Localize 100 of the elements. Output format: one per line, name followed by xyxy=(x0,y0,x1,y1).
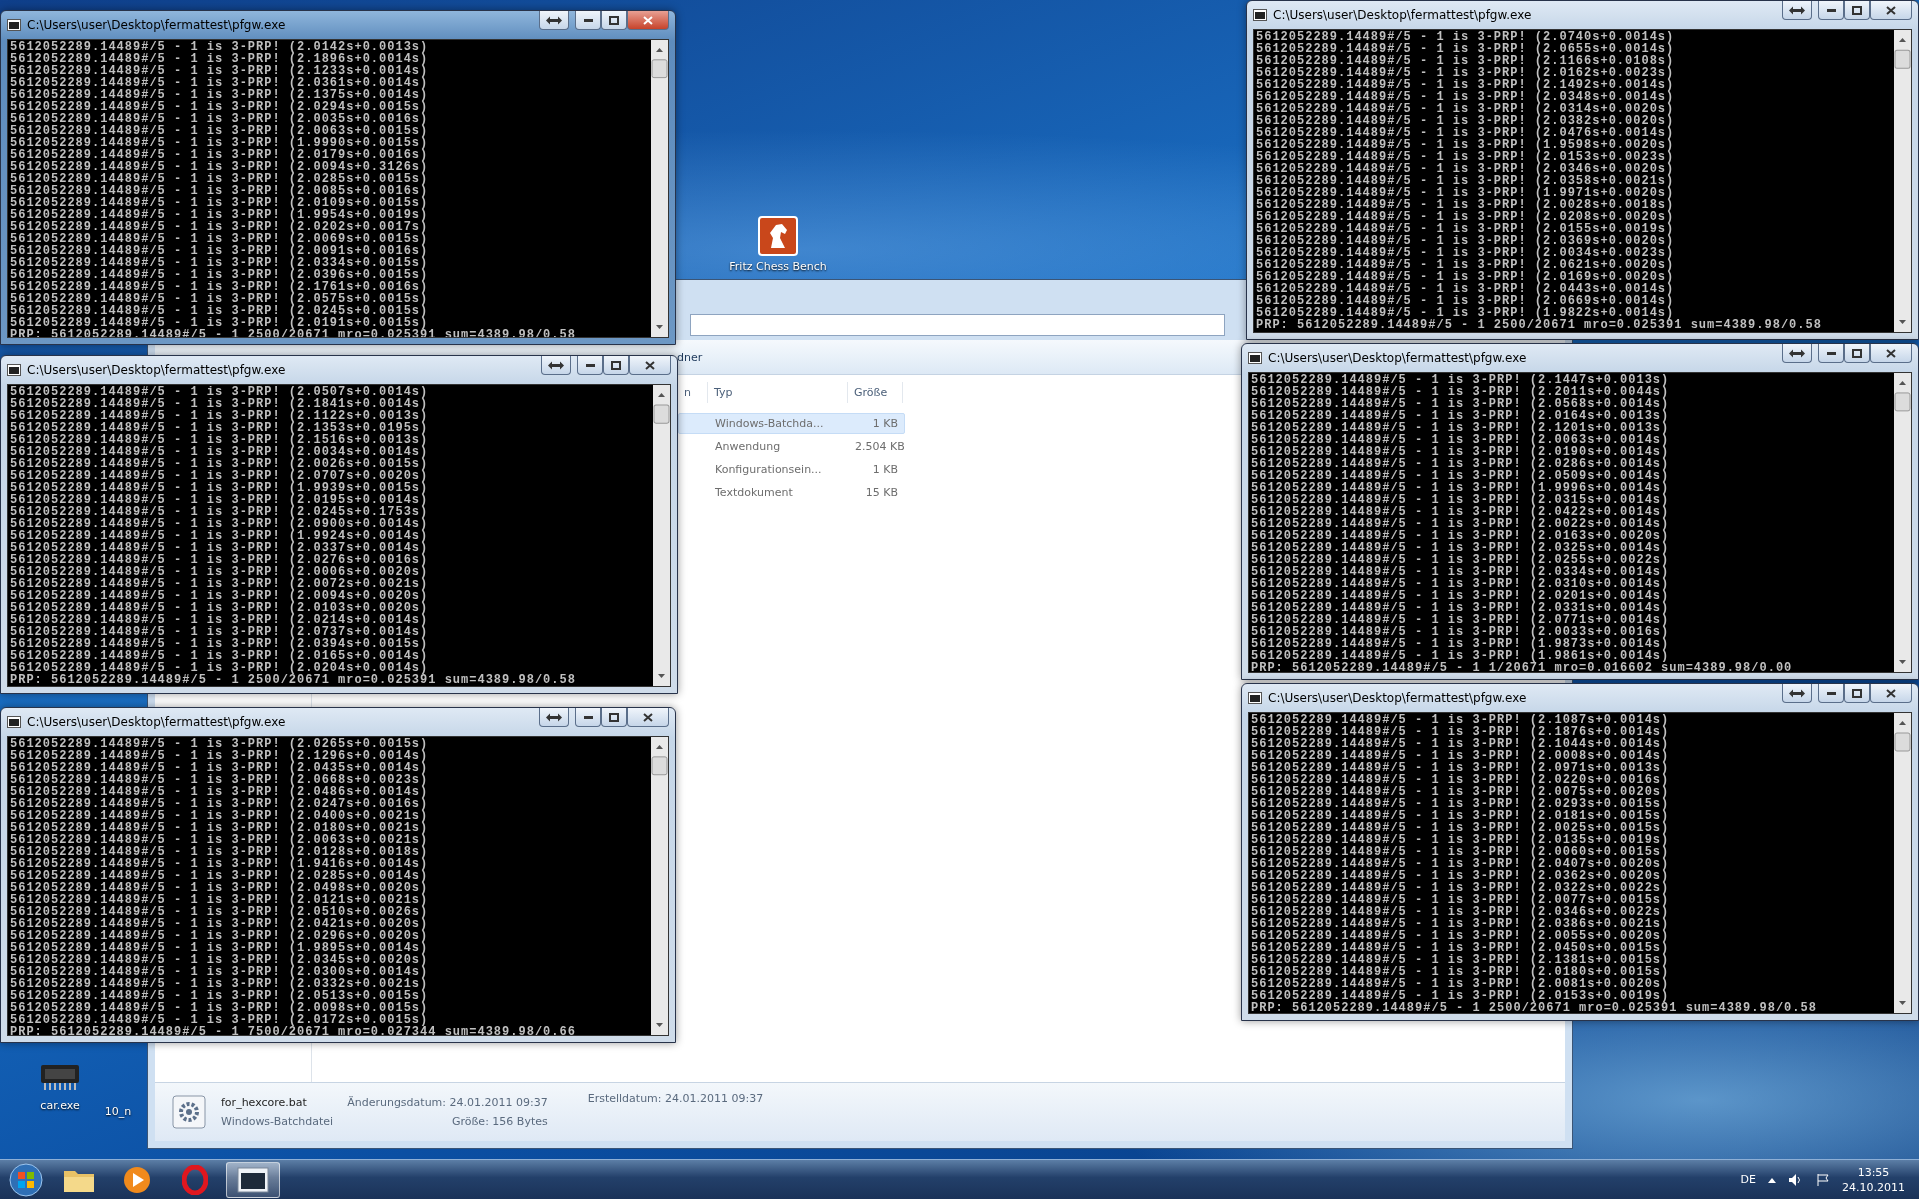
console-line: 5612052289.14489#/5 - 1 is 3-PRP! (2.0348s+0.0014s) xyxy=(1256,91,1676,103)
column-header[interactable]: Typ xyxy=(708,382,848,403)
console-line: 5612052289.14489#/5 - 1 is 3-PRP! (2.1201s+0.0013s) xyxy=(1251,422,1671,434)
console-line: 5612052289.14489#/5 - 1 is 3-PRP! (2.0165s+0.0014s) xyxy=(10,650,430,662)
console-line: 5612052289.14489#/5 - 1 is 3-PRP! (2.0063s+0.0014s) xyxy=(1251,434,1671,446)
maximize-button[interactable] xyxy=(601,11,627,30)
console-line: 5612052289.14489#/5 - 1 is 3-PRP! (1.9939s+0.0015s) xyxy=(10,482,430,494)
maximize-button[interactable] xyxy=(1844,684,1870,703)
window-title: C:\Users\user\Desktop\fermattest\pfgw.exe xyxy=(1268,691,1528,705)
console-line: 5612052289.14489#/5 - 1 is 3-PRP! (1.9971s+0.0020s) xyxy=(1256,187,1676,199)
minimize-button[interactable] xyxy=(577,356,603,375)
console-line: 5612052289.14489#/5 - 1 is 3-PRP! (2.0407s+0.0020s) xyxy=(1251,858,1671,870)
clock-date[interactable]: 24.10.2011 xyxy=(1842,1180,1905,1194)
file-row[interactable]: Textdokument 15 KB xyxy=(678,482,905,503)
console-line: 5612052289.14489#/5 - 1 is 3-PRP! (2.1896s+0.0014s) xyxy=(10,53,430,65)
console-line: 5612052289.14489#/5 - 1 is 3-PRP! (2.0121s+0.0021s) xyxy=(10,894,430,906)
icon-label[interactable]: Fritz Chess Bench xyxy=(729,260,827,273)
minimize-button[interactable] xyxy=(1818,344,1844,363)
console-line: 5612052289.14489#/5 - 1 is 3-PRP! (2.2011s+0.0044s) xyxy=(1251,386,1671,398)
console-line: 5612052289.14489#/5 - 1 is 3-PRP! (2.0153s+0.0023s) xyxy=(1256,151,1676,163)
resize-button[interactable] xyxy=(1782,1,1812,20)
close-button[interactable] xyxy=(627,11,669,30)
console-icon xyxy=(7,19,21,31)
file-row[interactable]: Windows-Batchda... 1 KB xyxy=(678,413,905,434)
scrollbar[interactable] xyxy=(651,40,668,337)
minimize-icon xyxy=(1826,8,1836,12)
resize-button[interactable] xyxy=(539,708,569,727)
console-line: 5612052289.14489#/5 - 1 is 3-PRP! (2.0421s+0.0020s) xyxy=(10,918,430,930)
maximize-button[interactable] xyxy=(603,356,629,375)
language-indicator[interactable]: DE xyxy=(1740,1173,1756,1186)
address-bar[interactable] xyxy=(690,314,1225,336)
maximize-icon xyxy=(611,360,621,370)
console-line: 5612052289.14489#/5 - 1 is 3-PRP! (2.0081s+0.0020s) xyxy=(1251,978,1671,990)
minimize-icon xyxy=(1826,691,1836,695)
resize-button[interactable] xyxy=(1782,344,1812,363)
minimize-button[interactable] xyxy=(1818,684,1844,703)
console-line: 5612052289.14489#/5 - 1 is 3-PRP! (1.9416s+0.0014s) xyxy=(10,858,430,870)
console-line: 5612052289.14489#/5 - 1 is 3-PRP! (2.0450s+0.0015s) xyxy=(1251,942,1671,954)
console-line: 5612052289.14489#/5 - 1 is 3-PRP! (2.0314s+0.0020s) xyxy=(1256,103,1676,115)
flag-icon[interactable] xyxy=(1816,1172,1830,1187)
file-type: Windows-Batchdatei xyxy=(221,1115,334,1128)
console-line: 5612052289.14489#/5 - 1 is 3-PRP! (2.0334s+0.0015s) xyxy=(10,257,430,269)
scrollbar[interactable] xyxy=(651,737,668,1035)
close-button[interactable] xyxy=(629,356,671,375)
console-line: 5612052289.14489#/5 - 1 is 3-PRP! (2.0022s+0.0014s) xyxy=(1251,518,1671,530)
double-arrow-icon xyxy=(548,360,564,370)
double-arrow-icon xyxy=(1789,348,1805,358)
close-icon xyxy=(1886,5,1896,15)
minimize-button[interactable] xyxy=(575,708,601,727)
console-line: 5612052289.14489#/5 - 1 is 3-PRP! (2.0621s+0.0020s) xyxy=(1256,259,1676,271)
console-line: 5612052289.14489#/5 - 1 is 3-PRP! (2.0400s+0.0021s) xyxy=(10,810,430,822)
console-line: 5612052289.14489#/5 - 1 is 3-PRP! (2.0361s+0.0014s) xyxy=(10,77,430,89)
console-line: 5612052289.14489#/5 - 1 is 3-PRP! (2.0276s+0.0016s) xyxy=(10,554,430,566)
console-line: 5612052289.14489#/5 - 1 is 3-PRP! (2.0025s+0.0015s) xyxy=(1251,822,1671,834)
console-line: 5612052289.14489#/5 - 1 is 3-PRP! (2.0740s+0.0014s) xyxy=(1256,31,1676,43)
minimize-button[interactable] xyxy=(575,11,601,30)
console-line: 5612052289.14489#/5 - 1 is 3-PRP! (2.0771s+0.0014s) xyxy=(1251,614,1671,626)
scrollbar[interactable] xyxy=(1894,713,1911,1013)
status-line: PRP: 5612052289.14489#/5 - 1 2500/20671 mro=0.025391 sum=4389.98/0.58 xyxy=(1251,1002,1818,1013)
console-icon xyxy=(237,1166,269,1193)
taskbar-button[interactable] xyxy=(226,1161,280,1198)
window-title: C:\Users\user\Desktop\fermattest\pfgw.exe xyxy=(27,715,287,729)
icon-label[interactable]: car.exe xyxy=(40,1099,80,1112)
file-row[interactable]: Anwendung 2.504 KB xyxy=(678,436,905,457)
console-line: 5612052289.14489#/5 - 1 is 3-PRP! (2.0153s+0.0019s) xyxy=(1251,990,1670,1002)
maximize-button[interactable] xyxy=(601,708,627,727)
console-line: 5612052289.14489#/5 - 1 is 3-PRP! (2.0179s+0.0016s) xyxy=(10,149,430,161)
status-line: PRP: 5612052289.14489#/5 - 1 1/20671 mro=0.016602 sum=4389.98/0.00 xyxy=(1251,662,1794,672)
column-header[interactable]: Größe xyxy=(848,382,903,403)
scrollbar[interactable] xyxy=(653,385,670,686)
resize-button[interactable] xyxy=(539,11,569,30)
close-button[interactable] xyxy=(627,708,669,727)
scrollbar[interactable] xyxy=(1894,30,1911,332)
console-line: 5612052289.14489#/5 - 1 is 3-PRP! (2.1233s+0.0014s) xyxy=(10,65,430,77)
console-line: 5612052289.14489#/5 - 1 is 3-PRP! (2.0325s+0.0014s) xyxy=(1251,542,1671,554)
maximize-button[interactable] xyxy=(1844,1,1870,20)
console-line: 5612052289.14489#/5 - 1 is 3-PRP! (2.0285s+0.0015s) xyxy=(10,173,430,185)
console-line: 5612052289.14489#/5 - 1 is 3-PRP! (2.0315s+0.0014s) xyxy=(1251,494,1671,506)
toolbar-button[interactable]: dner xyxy=(677,350,703,364)
icon-label[interactable]: 10_n xyxy=(104,1105,132,1118)
console-line: 5612052289.14489#/5 - 1 is 3-PRP! (2.0008s+0.0014s) xyxy=(1251,750,1671,762)
console-line: 5612052289.14489#/5 - 1 is 3-PRP! (2.0737s+0.0014s) xyxy=(10,626,430,638)
scrollbar[interactable] xyxy=(1894,373,1911,672)
maximize-button[interactable] xyxy=(1844,344,1870,363)
console-line: 5612052289.14489#/5 - 1 is 3-PRP! (2.0422s+0.0014s) xyxy=(1251,506,1671,518)
console-line: 5612052289.14489#/5 - 1 is 3-PRP! (2.0296s+0.0020s) xyxy=(10,930,430,942)
resize-button[interactable] xyxy=(541,356,571,375)
minimize-button[interactable] xyxy=(1818,1,1844,20)
console-line: 5612052289.14489#/5 - 1 is 3-PRP! (2.0396s+0.0015s) xyxy=(10,269,430,281)
close-button[interactable] xyxy=(1870,1,1912,20)
console-line: 5612052289.14489#/5 - 1 is 3-PRP! (2.0331s+0.0014s) xyxy=(1251,602,1671,614)
maximize-icon xyxy=(1852,348,1862,358)
console-line: 5612052289.14489#/5 - 1 is 3-PRP! (2.0655s+0.0014s) xyxy=(1256,43,1676,55)
clock-time[interactable]: 13:55 xyxy=(1857,1165,1890,1179)
file-row[interactable]: Konfigurationsein... 1 KB xyxy=(678,459,905,480)
maximize-icon xyxy=(1852,5,1862,15)
caret-up-icon[interactable] xyxy=(1768,1176,1776,1183)
resize-button[interactable] xyxy=(1782,684,1812,703)
close-button[interactable] xyxy=(1870,344,1912,363)
close-button[interactable] xyxy=(1870,684,1912,703)
